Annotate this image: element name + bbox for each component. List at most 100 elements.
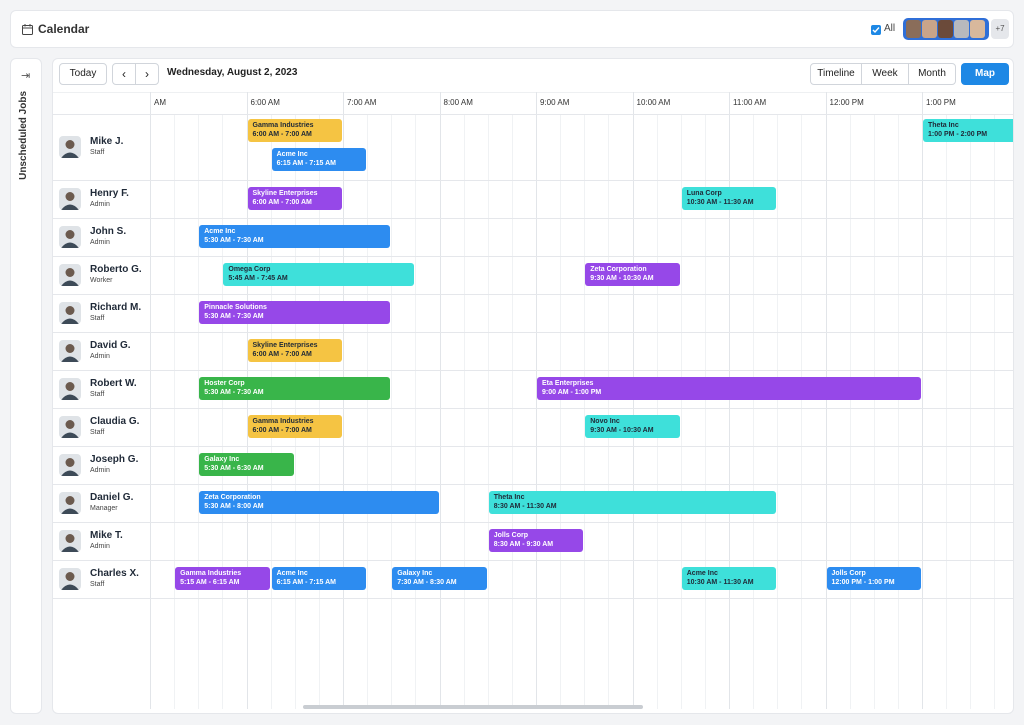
row-divider bbox=[53, 256, 1013, 257]
resource-role: Staff bbox=[90, 391, 105, 398]
resource-role: Manager bbox=[90, 505, 118, 512]
resource-row-header[interactable]: Mike J. Staff bbox=[53, 114, 148, 180]
resource-row-header[interactable]: John S. Admin bbox=[53, 218, 148, 256]
resource-row-header[interactable]: Henry F. Admin bbox=[53, 180, 148, 218]
time-label: 9:00 AM bbox=[540, 98, 570, 107]
event-title: Zeta Corporation bbox=[590, 266, 647, 273]
view-week-button[interactable]: Week bbox=[861, 63, 909, 85]
quarter-gridline bbox=[777, 114, 778, 709]
quarter-gridline bbox=[560, 114, 561, 709]
resource-name: Joseph G. bbox=[90, 454, 139, 465]
row-divider bbox=[53, 446, 1013, 447]
quarter-gridline bbox=[970, 114, 971, 709]
resource-row-header[interactable]: Richard M. Staff bbox=[53, 294, 148, 332]
event-time: 1:00 PM - 2:00 PM bbox=[928, 131, 988, 138]
quarter-gridline bbox=[464, 114, 465, 709]
next-button[interactable]: › bbox=[135, 63, 159, 85]
resource-role: Admin bbox=[90, 239, 110, 246]
event-block[interactable]: Skyline Enterprises 6:00 AM - 7:00 AM bbox=[247, 339, 342, 362]
event-block[interactable]: Gamma Industries 6:00 AM - 7:00 AM bbox=[247, 415, 342, 438]
resource-row-header[interactable]: Joseph G. Admin bbox=[53, 446, 148, 484]
avatar bbox=[59, 492, 81, 514]
row-divider bbox=[53, 180, 1013, 181]
quarter-gridline bbox=[391, 114, 392, 709]
event-block[interactable]: Gamma Industries 6:00 AM - 7:00 AM bbox=[247, 119, 342, 142]
event-block[interactable]: Theta Inc 1:00 PM - 2:00 PM bbox=[923, 119, 1013, 142]
resource-role: Admin bbox=[90, 543, 110, 550]
event-block[interactable]: Novo Inc 9:30 AM - 10:30 AM bbox=[585, 415, 680, 438]
event-time: 6:15 AM - 7:15 AM bbox=[276, 579, 337, 586]
event-time: 9:30 AM - 10:30 AM bbox=[590, 427, 654, 434]
more-members-badge[interactable]: +7 bbox=[991, 19, 1009, 39]
event-title: Pinnacle Solutions bbox=[204, 304, 267, 311]
resource-row-header[interactable]: Charles X. Staff bbox=[53, 560, 148, 598]
quarter-gridline bbox=[222, 114, 223, 709]
event-block[interactable]: Hoster Corp 5:30 AM - 7:30 AM bbox=[199, 377, 391, 400]
resource-row-header[interactable]: Mike T. Admin bbox=[53, 522, 148, 560]
avatar bbox=[954, 20, 969, 38]
collapse-right-icon[interactable]: ⇥ bbox=[21, 69, 30, 82]
event-block[interactable]: Galaxy Inc 7:30 AM - 8:30 AM bbox=[392, 567, 487, 590]
resource-name: John S. bbox=[90, 226, 127, 237]
all-checkbox-label[interactable]: All bbox=[884, 23, 895, 34]
event-block[interactable]: Skyline Enterprises 6:00 AM - 7:00 AM bbox=[247, 187, 342, 210]
quarter-gridline bbox=[946, 114, 947, 709]
event-time: 10:30 AM - 11:30 AM bbox=[686, 579, 754, 586]
event-time: 9:30 AM - 10:30 AM bbox=[590, 275, 654, 282]
event-title: Skyline Enterprises bbox=[252, 190, 318, 197]
resource-name: Henry F. bbox=[90, 188, 129, 199]
event-block[interactable]: Pinnacle Solutions 5:30 AM - 7:30 AM bbox=[199, 301, 391, 324]
resource-row-header[interactable]: Claudia G. Staff bbox=[53, 408, 148, 446]
avatar bbox=[59, 454, 81, 476]
event-title: Jolls Corp bbox=[831, 570, 866, 577]
time-label: 11:00 AM bbox=[733, 98, 767, 107]
event-block[interactable]: Jolls Corp 12:00 PM - 1:00 PM bbox=[826, 567, 921, 590]
quarter-gridline bbox=[198, 114, 199, 709]
event-block[interactable]: Theta Inc 8:30 AM - 11:30 AM bbox=[488, 491, 777, 514]
unscheduled-jobs-panel[interactable]: ⇥ Unscheduled Jobs bbox=[10, 58, 42, 714]
map-button[interactable]: Map bbox=[961, 63, 1009, 85]
all-checkbox[interactable] bbox=[871, 25, 881, 35]
resource-row-header[interactable]: David G. Admin bbox=[53, 332, 148, 370]
time-label: AM bbox=[154, 98, 166, 107]
event-block[interactable]: Omega Corp 5:45 AM - 7:45 AM bbox=[223, 263, 415, 286]
prev-button[interactable]: ‹ bbox=[112, 63, 136, 85]
event-block[interactable]: Zeta Corporation 5:30 AM - 8:00 AM bbox=[199, 491, 439, 514]
unscheduled-jobs-label[interactable]: Unscheduled Jobs bbox=[18, 91, 29, 180]
event-block[interactable]: Galaxy Inc 5:30 AM - 6:30 AM bbox=[199, 453, 294, 476]
resource-row-header[interactable]: Daniel G. Manager bbox=[53, 484, 148, 522]
event-title: Jolls Corp bbox=[493, 532, 528, 539]
avatar bbox=[59, 416, 81, 438]
time-label: 12:00 PM bbox=[829, 98, 864, 107]
quarter-gridline bbox=[801, 114, 802, 709]
event-block[interactable]: Eta Enterprises 9:00 AM - 1:00 PM bbox=[537, 377, 921, 400]
view-month-button[interactable]: Month bbox=[908, 63, 956, 85]
event-title: Acme Inc bbox=[276, 151, 308, 158]
resource-role: Staff bbox=[90, 429, 105, 436]
event-block[interactable]: Luna Corp 10:30 AM - 11:30 AM bbox=[681, 187, 777, 210]
event-block[interactable]: Gamma Industries 5:15 AM - 6:15 AM bbox=[175, 567, 270, 590]
scheduler-panel: Today ‹ › Wednesday, August 2, 2023 Time… bbox=[52, 58, 1014, 714]
event-block[interactable]: Jolls Corp 8:30 AM - 9:30 AM bbox=[488, 529, 584, 552]
avatar bbox=[938, 20, 953, 38]
quarter-gridline bbox=[657, 114, 658, 709]
event-time: 5:30 AM - 7:30 AM bbox=[204, 237, 264, 244]
today-button[interactable]: Today bbox=[59, 63, 107, 85]
team-avatar-group[interactable] bbox=[903, 18, 989, 40]
horizontal-scrollbar[interactable] bbox=[303, 705, 643, 709]
event-block[interactable]: Zeta Corporation 9:30 AM - 10:30 AM bbox=[585, 263, 680, 286]
event-title: Galaxy Inc bbox=[397, 570, 433, 577]
event-title: Novo Inc bbox=[590, 418, 620, 425]
event-block[interactable]: Acme Inc 10:30 AM - 11:30 AM bbox=[681, 567, 777, 590]
event-block[interactable]: Acme Inc 6:15 AM - 7:15 AM bbox=[271, 148, 367, 171]
resource-row-header[interactable]: Robert W. Staff bbox=[53, 370, 148, 408]
resource-row-header[interactable]: Roberto G. Worker bbox=[53, 256, 148, 294]
hour-gridline bbox=[536, 92, 537, 709]
resource-role: Admin bbox=[90, 201, 110, 208]
row-divider bbox=[53, 522, 1013, 523]
view-timeline-button[interactable]: Timeline bbox=[810, 63, 862, 85]
event-block[interactable]: Acme Inc 5:30 AM - 7:30 AM bbox=[199, 225, 391, 248]
resource-name: Mike J. bbox=[90, 136, 124, 147]
event-block[interactable]: Acme Inc 6:15 AM - 7:15 AM bbox=[271, 567, 367, 590]
resource-name: Charles X. bbox=[90, 568, 139, 579]
